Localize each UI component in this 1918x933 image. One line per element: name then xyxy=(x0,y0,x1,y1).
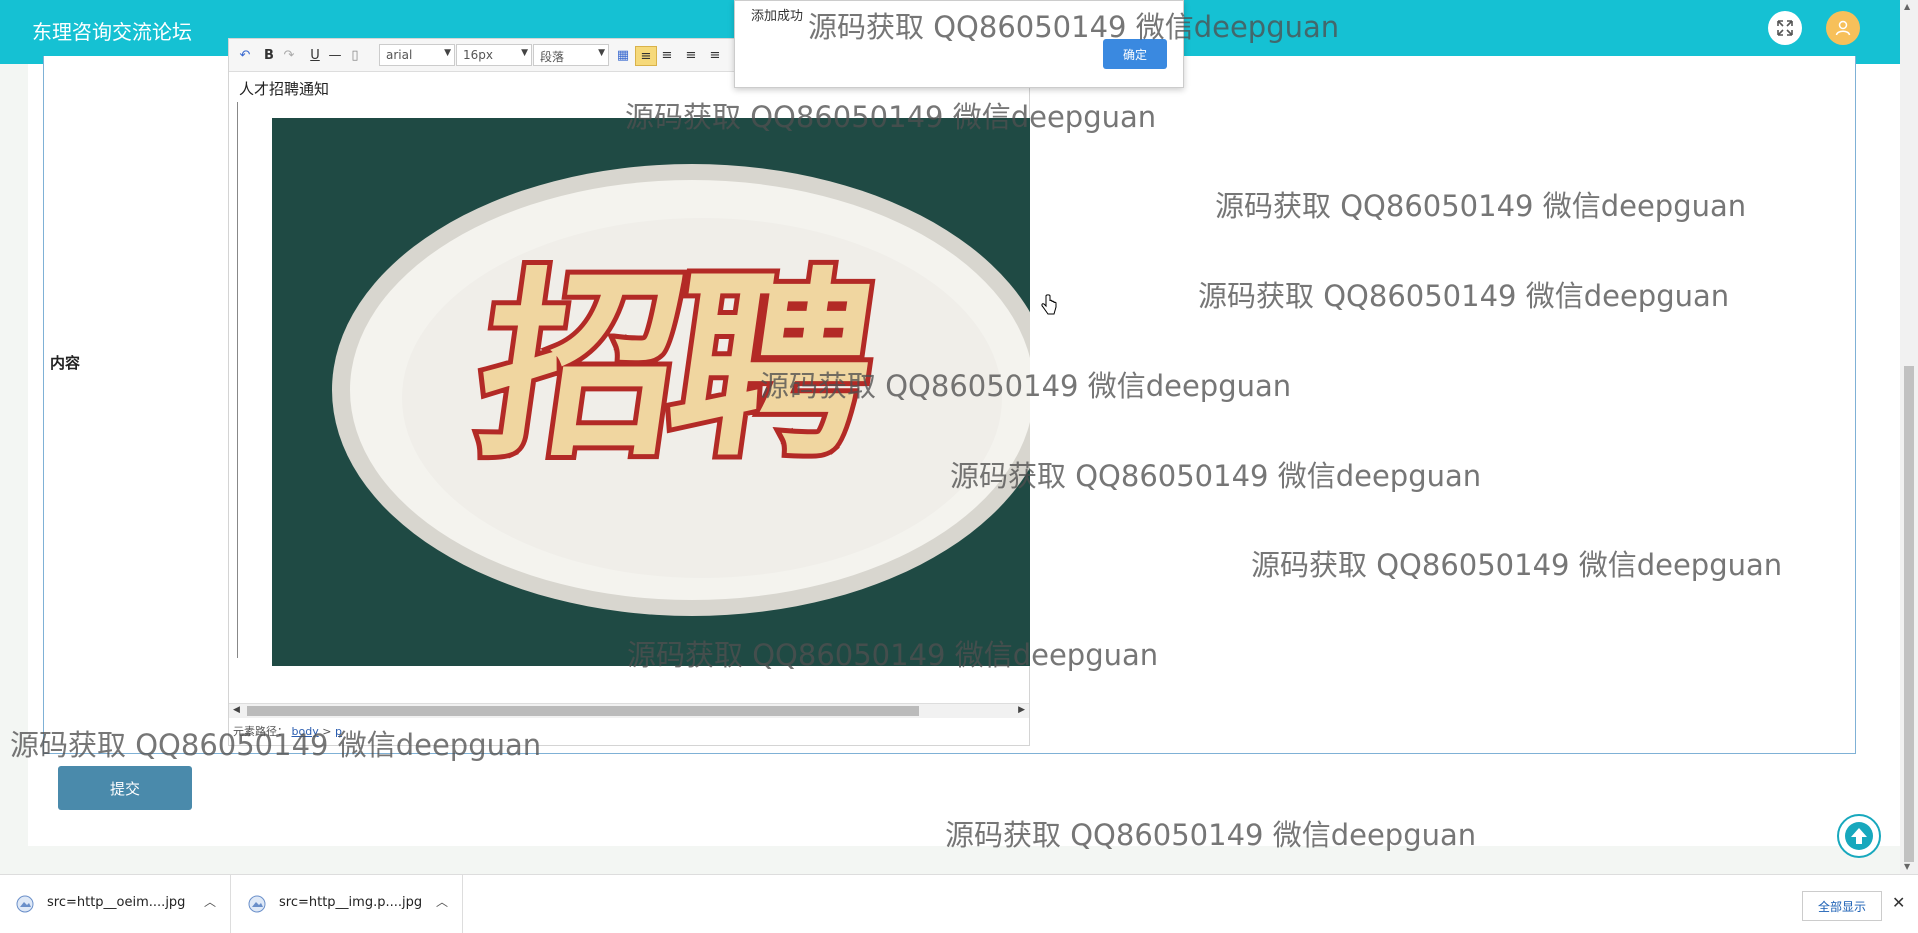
scroll-up-icon[interactable]: ▲ xyxy=(1904,2,1910,11)
watermark-text: 源码获取 QQ86050149 微信deepguan xyxy=(945,818,1477,852)
font-size-value: 16px xyxy=(463,48,493,62)
font-size-select[interactable]: 16px ▼ xyxy=(456,44,532,66)
submit-button[interactable]: 提交 xyxy=(58,766,192,810)
content-margin-line xyxy=(237,102,238,658)
underline-button[interactable]: U xyxy=(307,46,323,64)
scroll-down-icon[interactable]: ▼ xyxy=(1904,862,1910,871)
watermark-text: 源码获取 QQ86050149 微信deepguan xyxy=(1198,279,1730,313)
undo-icon[interactable]: ↶ xyxy=(237,46,253,64)
watermark-text: 源码获取 QQ86050149 微信deepguan xyxy=(1215,189,1747,223)
paragraph-value: 段落 xyxy=(540,50,565,64)
redo-icon[interactable]: ↷ xyxy=(281,46,297,64)
user-avatar-button[interactable] xyxy=(1826,11,1860,45)
page-icon[interactable]: ▯ xyxy=(347,46,363,64)
scroll-left-icon[interactable]: ◀ xyxy=(233,705,240,715)
watermark-text: 源码获取 QQ86050149 微信deepguan xyxy=(627,638,1159,672)
image-file-icon xyxy=(16,895,34,913)
user-avatar-icon xyxy=(1835,20,1851,36)
scrollbar-thumb[interactable] xyxy=(1904,366,1914,862)
bold-button[interactable]: B xyxy=(261,46,277,64)
watermark-text: 源码获取 QQ86050149 微信deepguan xyxy=(1251,548,1783,582)
table-icon[interactable]: ▦ xyxy=(615,46,631,64)
chevron-down-icon: ▼ xyxy=(598,48,605,58)
download-bar: src=http__oeim....jpg ︿ src=http__img.p.… xyxy=(0,874,1918,933)
app-title: 东理咨询交流论坛 xyxy=(32,20,192,44)
watermark-text: 源码获取 QQ86050149 微信deepguan xyxy=(10,728,542,762)
chevron-up-icon[interactable]: ︿ xyxy=(204,893,216,910)
align-justify-icon[interactable]: ≡ xyxy=(707,46,723,64)
font-family-select[interactable]: arial ▼ xyxy=(379,44,455,66)
chevron-down-icon: ▼ xyxy=(444,48,451,58)
hand-cursor-icon xyxy=(1041,294,1057,315)
download-item[interactable]: src=http__img.p....jpg ︿ xyxy=(232,875,463,933)
watermark-text: 源码获取 QQ86050149 微信deepguan xyxy=(760,369,1292,403)
scrollbar-thumb[interactable] xyxy=(247,706,919,716)
expand-icon xyxy=(1777,20,1793,36)
watermark-text: 源码获取 QQ86050149 微信deepguan xyxy=(808,10,1340,44)
align-right-icon[interactable]: ≡ xyxy=(659,46,675,64)
font-family-value: arial xyxy=(386,48,413,62)
align-center-icon[interactable]: ≡ xyxy=(683,46,699,64)
download-item[interactable]: src=http__oeim....jpg ︿ xyxy=(0,875,231,933)
scroll-to-top-button[interactable] xyxy=(1837,814,1881,858)
arrow-up-icon xyxy=(1845,822,1873,850)
fullscreen-button[interactable] xyxy=(1768,11,1802,45)
scroll-right-icon[interactable]: ▶ xyxy=(1018,705,1025,715)
paragraph-select[interactable]: 段落 ▼ xyxy=(533,44,609,66)
download-file-name: src=http__img.p....jpg xyxy=(279,895,423,910)
image-file-icon xyxy=(248,895,266,913)
watermark-text: 源码获取 QQ86050149 微信deepguan xyxy=(950,459,1482,493)
watermark-text: 源码获取 QQ86050149 微信deepguan xyxy=(625,100,1157,134)
chevron-down-icon: ▼ xyxy=(521,48,528,58)
close-icon[interactable]: ✕ xyxy=(1892,893,1905,912)
show-all-downloads-button[interactable]: 全部显示 xyxy=(1802,891,1882,921)
download-file-name: src=http__oeim....jpg xyxy=(47,895,186,910)
horizontal-rule-icon[interactable]: — xyxy=(327,46,343,64)
dialog-message: 添加成功 xyxy=(751,9,804,24)
page-vertical-scrollbar[interactable]: ▲ ▼ xyxy=(1900,0,1918,874)
document-title: 人才招聘通知 xyxy=(239,80,330,98)
content-field-label: 内容 xyxy=(50,354,81,372)
editor-horizontal-scrollbar[interactable]: ◀ ▶ xyxy=(229,703,1029,718)
align-left-icon[interactable]: ≡ xyxy=(635,46,657,66)
chevron-up-icon[interactable]: ︿ xyxy=(436,893,448,910)
